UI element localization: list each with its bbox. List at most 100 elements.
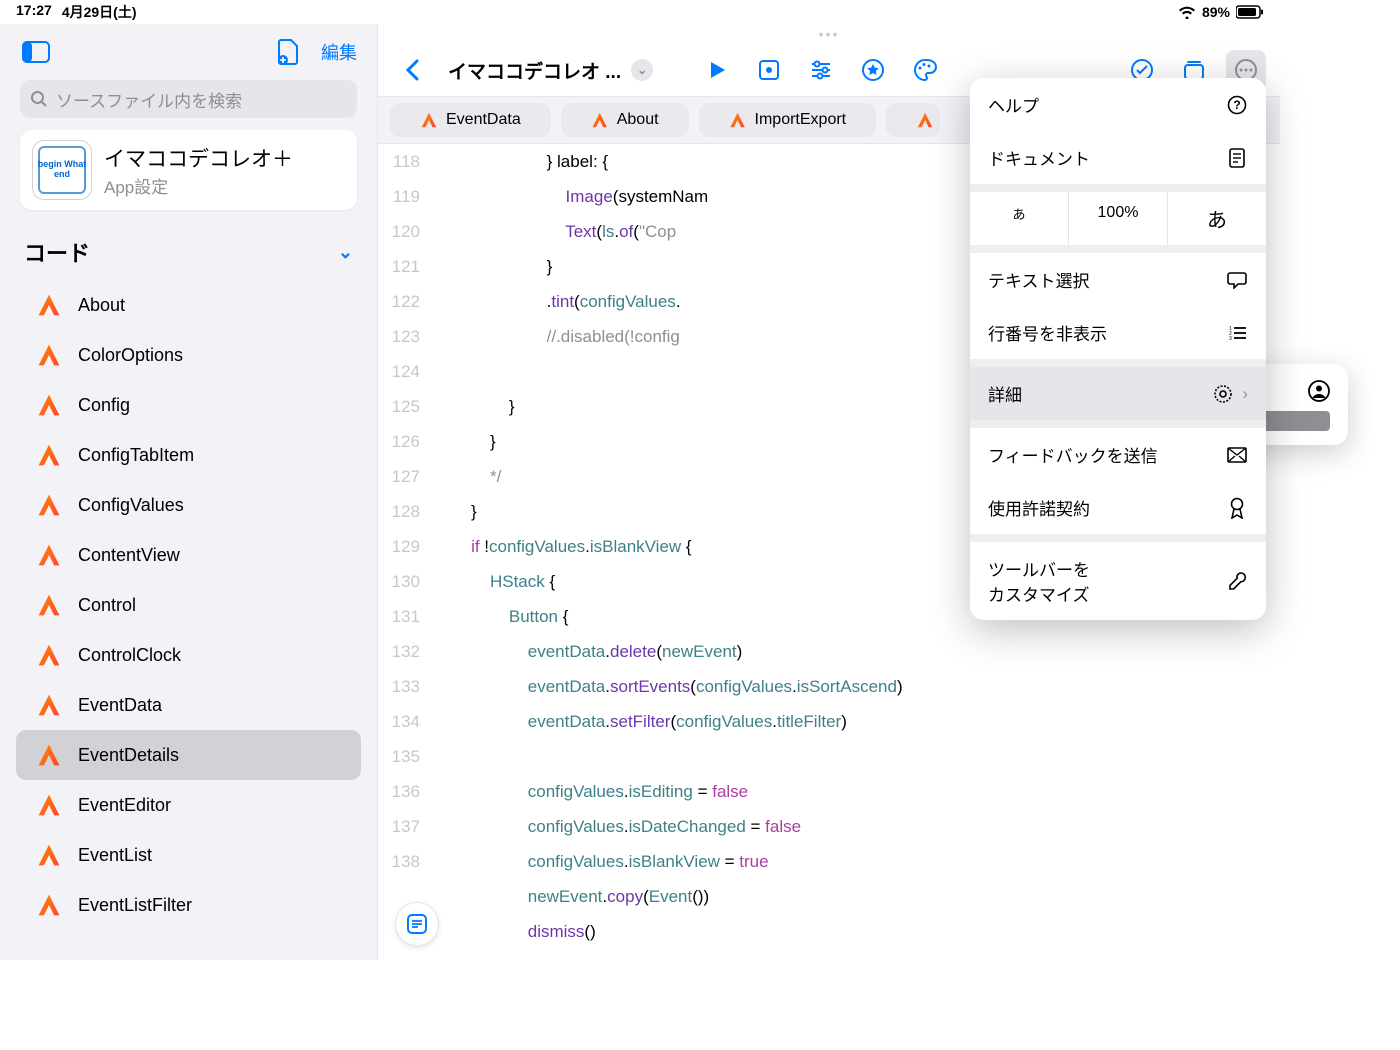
tab-eventdata[interactable]: EventData [390, 103, 551, 137]
line-number: 132 [378, 634, 438, 669]
section-header-code[interactable]: コード ⌄ [0, 224, 377, 280]
wifi-icon [1178, 5, 1196, 19]
user-circle-icon[interactable] [1308, 380, 1330, 402]
code-text: eventData.setFilter(configValues.titleFi… [438, 704, 847, 739]
line-number: 133 [378, 669, 438, 704]
document-icon [1226, 147, 1248, 169]
stop-button[interactable] [749, 50, 789, 90]
tab-about[interactable]: About [561, 103, 689, 137]
chevron-right-icon: › [1242, 384, 1248, 404]
swift-icon [591, 111, 609, 129]
status-time: 17:27 [16, 2, 52, 22]
edit-button[interactable]: 編集 [321, 39, 357, 65]
file-configtabitem[interactable]: ConfigTabItem [16, 430, 361, 480]
swift-icon [916, 111, 934, 129]
line-number: 131 [378, 599, 438, 634]
code-text: HStack { [438, 564, 555, 599]
code-text: } label: { [438, 144, 608, 179]
menu-license[interactable]: 使用許諾契約 [970, 481, 1266, 534]
wrench-icon [1226, 570, 1248, 592]
code-text: eventData.sortEvents(configValues.isSort… [438, 669, 903, 704]
editor: ••• イマココデコレオ ... ⌄ EventDataAboutImportE… [378, 24, 1280, 960]
search-input[interactable]: ソースファイル内を検索 [20, 80, 357, 118]
code-text: if !configValues.isBlankView { [438, 529, 692, 564]
code-text [438, 354, 514, 389]
title-dropdown-icon[interactable]: ⌄ [631, 59, 653, 81]
chat-icon [1226, 269, 1248, 291]
file-control[interactable]: Control [16, 580, 361, 630]
code-text: Image(systemNam [438, 179, 708, 214]
swift-icon [36, 292, 62, 318]
code-text: .tint(configValues. [438, 284, 681, 319]
file-about[interactable]: About [16, 280, 361, 330]
file-eventlistfilter[interactable]: EventListFilter [16, 880, 361, 930]
menu-text-select[interactable]: テキスト選択 [970, 245, 1266, 306]
app-card[interactable]: begin What end イマココデコレオ＋ App設定 [20, 130, 357, 210]
line-number: 127 [378, 459, 438, 494]
file-coloroptions[interactable]: ColorOptions [16, 330, 361, 380]
swift-icon [420, 111, 438, 129]
file-contentview[interactable]: ContentView [16, 530, 361, 580]
swift-icon [36, 892, 62, 918]
settings-sliders-icon[interactable] [801, 50, 841, 90]
line-number: 128 [378, 494, 438, 529]
line-number: 125 [378, 389, 438, 424]
file-controlclock[interactable]: ControlClock [16, 630, 361, 680]
file-eventdetails[interactable]: EventDetails [16, 730, 361, 780]
menu-hide-lines[interactable]: 行番号を非表示123 [970, 306, 1266, 359]
mail-icon [1226, 444, 1248, 466]
file-config[interactable]: Config [16, 380, 361, 430]
line-number: 134 [378, 704, 438, 739]
code-text: configValues.isBlankView = true [438, 844, 769, 879]
menu-detail[interactable]: 詳細› [970, 359, 1266, 420]
line-number: 120 [378, 214, 438, 249]
menu-help[interactable]: ヘルプ? [970, 78, 1266, 131]
line-number: 129 [378, 529, 438, 564]
line-number: 123 [378, 319, 438, 354]
svg-text:3: 3 [1229, 336, 1232, 341]
swift-icon [36, 542, 62, 568]
list-number-icon: 123 [1226, 322, 1248, 344]
app-name: イマココデコレオ＋ [104, 143, 293, 173]
menu-feedback[interactable]: フィードバックを送信 [970, 420, 1266, 481]
run-button[interactable] [697, 50, 737, 90]
menu-document[interactable]: ドキュメント [970, 131, 1266, 184]
code-text: newEvent.copy(Event()) [438, 879, 709, 914]
line-number: 126 [378, 424, 438, 459]
new-file-icon[interactable] [273, 36, 305, 68]
code-text: } [438, 494, 477, 529]
file-eventeditor[interactable]: EventEditor [16, 780, 361, 830]
zoom-in[interactable]: あ [1168, 192, 1266, 245]
palette-icon[interactable] [905, 50, 945, 90]
app-icon: begin What end [32, 140, 92, 200]
line-number: 119 [378, 179, 438, 214]
favorites-icon[interactable] [853, 50, 893, 90]
line-number: 135 [378, 739, 438, 774]
options-menu: ヘルプ? ドキュメント あ 100% あ テキスト選択 行番号を非表示123 詳… [970, 78, 1266, 620]
search-icon [30, 90, 48, 108]
menu-customize[interactable]: ツールバーをカスタマイズ [970, 534, 1266, 620]
back-button[interactable] [392, 50, 432, 90]
file-eventdata[interactable]: EventData [16, 680, 361, 730]
tab-hidden[interactable] [886, 103, 940, 137]
floating-doc-button[interactable] [395, 902, 439, 946]
swift-icon [36, 742, 62, 768]
code-text: } [438, 424, 496, 459]
swift-icon [36, 642, 62, 668]
line-number: 130 [378, 564, 438, 599]
swift-icon [36, 492, 62, 518]
status-date: 4月29日(土) [62, 2, 137, 22]
code-text: //.disabled(!config [438, 319, 680, 354]
file-eventlist[interactable]: EventList [16, 830, 361, 880]
sidebar-toggle-icon[interactable] [20, 36, 52, 68]
swift-icon [36, 442, 62, 468]
drag-handle-icon[interactable]: ••• [378, 24, 1280, 44]
zoom-out[interactable]: あ [970, 192, 1069, 245]
zoom-pct[interactable]: 100% [1069, 192, 1168, 245]
swift-icon [729, 111, 747, 129]
chevron-down-icon: ⌄ [338, 242, 353, 263]
swift-icon [36, 692, 62, 718]
file-configvalues[interactable]: ConfigValues [16, 480, 361, 530]
tab-importexport[interactable]: ImportExport [699, 103, 877, 137]
swift-icon [36, 392, 62, 418]
